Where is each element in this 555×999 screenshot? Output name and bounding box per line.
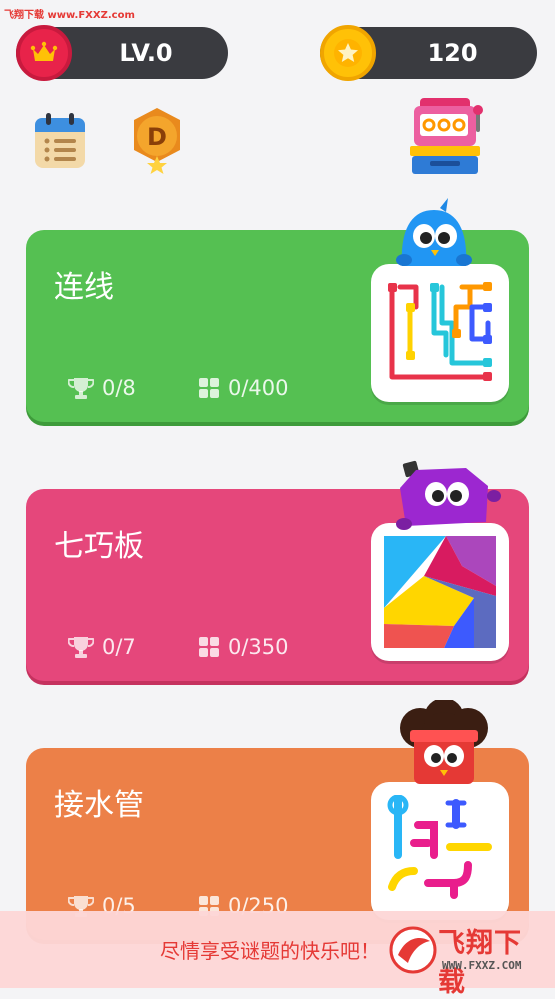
slot-machine-icon[interactable] [408, 96, 488, 180]
tangram-thumbnail [371, 523, 509, 661]
crown-icon [16, 25, 72, 81]
promo-banner[interactable]: 尽情享受谜题的快乐吧！ 飞翔下载 WWW.FXXZ.COM [0, 911, 555, 998]
trophy-count: 0/7 [102, 635, 136, 659]
red-afro-mascot [396, 698, 492, 788]
trophy-stat: 0/7 [68, 635, 136, 659]
levels-count: 0/400 [228, 376, 289, 400]
levels-stat: 0/400 [198, 376, 289, 400]
coins-pill[interactable]: 120 [320, 25, 537, 81]
game-title: 接水管 [54, 788, 144, 823]
connect-lines-thumbnail [371, 264, 509, 402]
site-logo: 飞翔下载 WWW.FXXZ.COM [388, 919, 548, 998]
banner-text: 尽情享受谜题的快乐吧！ [160, 939, 380, 963]
grid-icon [199, 637, 219, 657]
level-label: LV.0 [119, 39, 173, 67]
levels-count: 0/350 [228, 635, 289, 659]
logo-sub-text: WWW.FXXZ.COM [442, 959, 522, 972]
trophy-icon [68, 378, 94, 399]
blue-bird-mascot [396, 198, 472, 272]
star-coin-icon [320, 25, 376, 81]
pipes-thumbnail [371, 782, 509, 920]
coins-value: 120 [427, 39, 478, 67]
grid-icon [199, 378, 219, 398]
game-title: 七巧板 [54, 529, 144, 564]
levels-stat: 0/350 [198, 635, 289, 659]
purple-hexagon-mascot [396, 460, 502, 538]
top-watermark: 飞翔下载 www.FXXZ.com [4, 10, 135, 21]
calendar-icon[interactable] [33, 112, 87, 174]
medal-letter: D [147, 123, 167, 151]
level-pill[interactable]: LV.0 [16, 25, 228, 81]
medal-d-icon[interactable]: D [130, 106, 184, 178]
trophy-stat: 0/8 [68, 376, 136, 400]
game-title: 连线 [54, 270, 114, 305]
logo-circle-icon [389, 926, 437, 974]
trophy-count: 0/8 [102, 376, 136, 400]
trophy-icon [68, 637, 94, 658]
